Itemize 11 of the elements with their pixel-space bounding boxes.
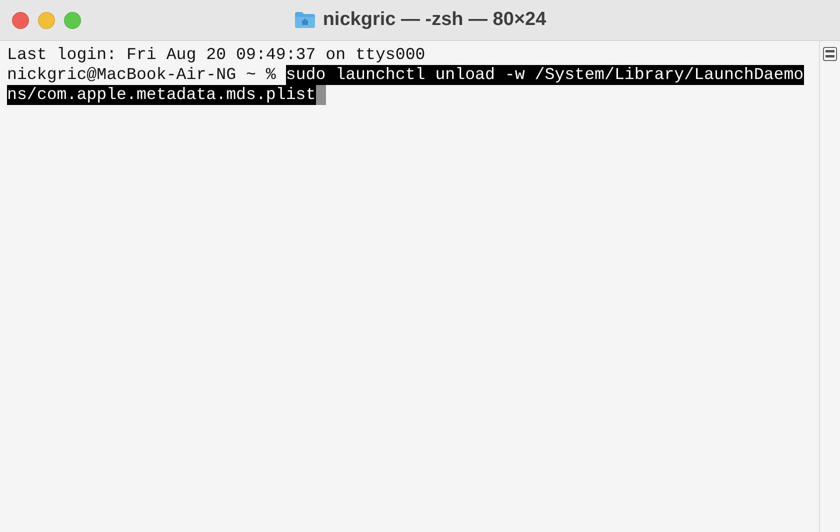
minimize-button[interactable] [38,12,55,28]
folder-icon [294,11,316,29]
window-title: nickgric — -zsh — 80×24 [322,9,546,31]
zoom-button[interactable] [64,12,81,28]
command-text: ns/com.apple.metadata.mds.plist [7,85,316,105]
text-cursor [316,85,326,105]
marks-icon[interactable] [823,47,837,61]
close-button[interactable] [12,12,29,28]
shell-prompt: nickgric@MacBook-Air-NG ~ % [7,65,277,85]
output-line: Last login: Fri Aug 20 09:49:37 on ttys000 [7,45,426,65]
command-text: sudo launchctl unload -w /System/Library/LaunchDaemo [286,65,804,85]
